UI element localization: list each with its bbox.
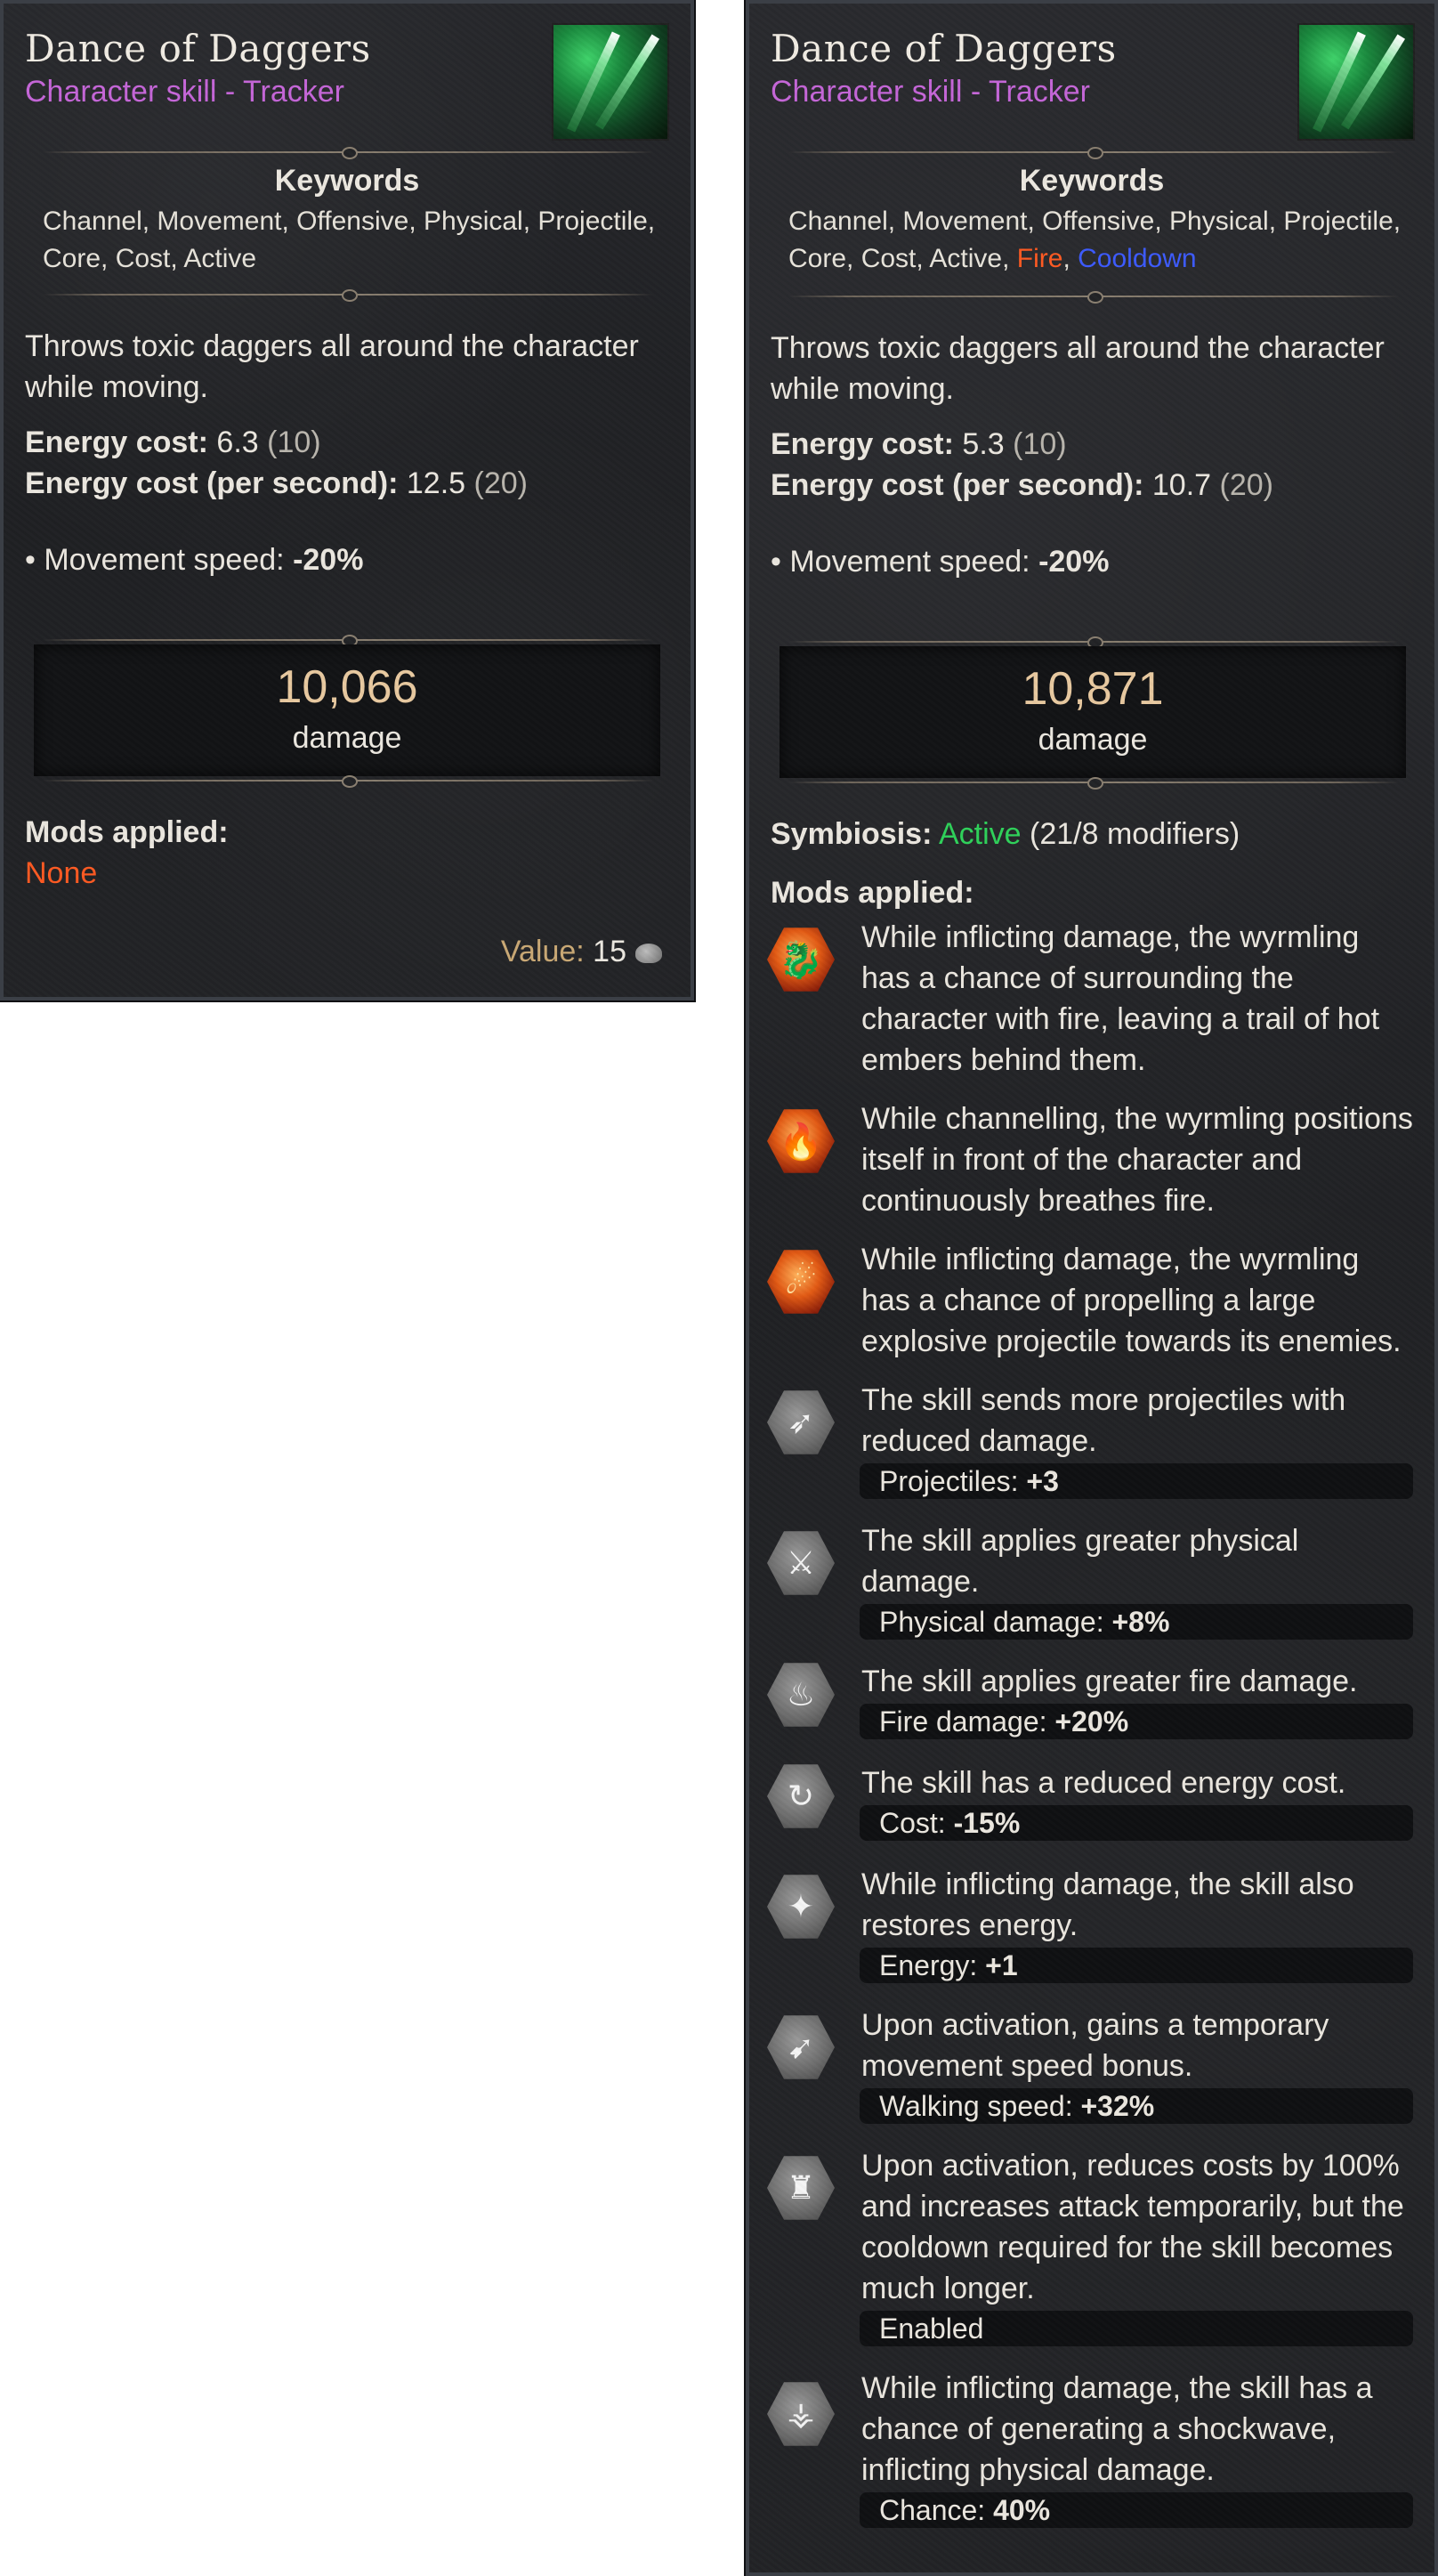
mod-description: Upon activation, reduces costs by 100% a… — [861, 2149, 1404, 2305]
damage-value: 10,066 — [276, 661, 418, 713]
divider — [43, 147, 653, 159]
fire-damage-icon: ♨ — [767, 1663, 835, 1727]
mod-description: While inflicting damage, the wyrmling ha… — [861, 920, 1380, 1077]
physical-damage-icon: ⚔ — [767, 1531, 835, 1595]
item-value: Value: 15 — [501, 935, 662, 969]
skill-tooltip-modded: Dance of Daggers Character skill - Track… — [744, 0, 1438, 2576]
dance-of-daggers-icon — [1297, 23, 1415, 141]
mod-description: The skill sends more projectiles with re… — [861, 1383, 1346, 1458]
mods-applied-heading: Mods applied: — [771, 876, 974, 910]
mod-stat-bar: Walking speed: +32% — [860, 2088, 1413, 2124]
energy-cost-icon: ↻ — [767, 1764, 835, 1828]
mod-stat-bar: Cost: -15% — [860, 1805, 1413, 1841]
energy-restore-icon: ✦ — [767, 1875, 835, 1939]
skill-tooltip-base: Dance of Daggers Character skill - Track… — [0, 0, 696, 1002]
keywords-list: Channel, Movement, Offensive, Physical, … — [43, 207, 656, 273]
mod-stat-bar: Energy: +1 — [860, 1948, 1413, 1983]
mods-applied-heading: Mods applied: — [25, 815, 229, 849]
movement-speed-icon: ➹ — [767, 2015, 835, 2079]
skill-title: Dance of Daggers — [25, 27, 371, 70]
fire-breath-icon: 🔥 — [767, 1109, 835, 1173]
mods-none: None — [25, 856, 98, 890]
keyword-fire: Fire — [1016, 244, 1063, 273]
skill-description: Throws toxic daggers all around the char… — [25, 329, 639, 404]
movement-speed: • Movement speed: -20% — [771, 545, 1110, 579]
damage-label: damage — [1038, 723, 1148, 757]
fire-projectile-icon: ☄ — [767, 1250, 835, 1314]
mod-description: While inflicting damage, the skill also … — [861, 1867, 1354, 1942]
divider — [788, 147, 1399, 159]
energy-cost: Energy cost: 6.3 (10) — [25, 425, 321, 459]
mod-description: While channelling, the wyrmling position… — [861, 1102, 1413, 1218]
damage-value: 10,871 — [1022, 663, 1164, 715]
mod-stat-bar: Fire damage: +20% — [860, 1704, 1413, 1739]
damage-panel: 10,066 damage — [34, 644, 660, 776]
mod-stat-bar: Enabled — [860, 2311, 1413, 2346]
keywords-heading: Keywords — [274, 164, 420, 198]
damage-panel: 10,871 damage — [780, 646, 1406, 778]
keywords-list: Channel, Movement, Offensive, Physical, … — [788, 207, 1402, 273]
divider — [43, 289, 653, 302]
currency-icon — [635, 944, 662, 964]
skill-subtitle: Character skill - Tracker — [25, 75, 344, 109]
mod-description: While inflicting damage, the wyrmling ha… — [861, 1243, 1402, 1358]
skill-title: Dance of Daggers — [771, 27, 1117, 70]
skill-description: Throws toxic daggers all around the char… — [771, 331, 1385, 406]
movement-speed: • Movement speed: -20% — [25, 543, 364, 577]
divider — [788, 636, 1399, 649]
divider — [788, 291, 1399, 304]
symbiosis-status: Symbiosis: Active (21/8 modifiers) — [771, 817, 1240, 851]
projectiles-icon: ➶ — [767, 1390, 835, 1454]
fire-serpent-icon: 🐉 — [767, 928, 835, 992]
divider — [788, 777, 1399, 790]
mod-description: Upon activation, gains a temporary movem… — [861, 2008, 1329, 2083]
divider — [43, 635, 653, 647]
mod-description: While inflicting damage, the skill has a… — [861, 2371, 1373, 2487]
cost-reduction-icon: ♜ — [767, 2156, 835, 2220]
damage-label: damage — [292, 721, 402, 755]
skill-subtitle: Character skill - Tracker — [771, 75, 1090, 109]
mod-stat-bar: Projectiles: +3 — [860, 1463, 1413, 1499]
shockwave-icon: ⚶ — [767, 2382, 835, 2446]
energy-cost: Energy cost: 5.3 (10) — [771, 427, 1067, 461]
keywords-heading: Keywords — [1019, 164, 1165, 198]
keyword-cooldown: Cooldown — [1078, 244, 1197, 273]
energy-cost-per-second: Energy cost (per second): 10.7 (20) — [771, 468, 1273, 502]
mod-description: The skill has a reduced energy cost. — [861, 1766, 1346, 1800]
dance-of-daggers-icon — [552, 23, 669, 141]
mod-description: The skill applies greater fire damage. — [861, 1665, 1358, 1698]
mod-stat-bar: Physical damage: +8% — [860, 1604, 1413, 1640]
divider — [43, 775, 653, 788]
mod-description: The skill applies greater physical damag… — [861, 1524, 1299, 1599]
mod-stat-bar: Chance: 40% — [860, 2492, 1413, 2528]
energy-cost-per-second: Energy cost (per second): 12.5 (20) — [25, 466, 528, 500]
